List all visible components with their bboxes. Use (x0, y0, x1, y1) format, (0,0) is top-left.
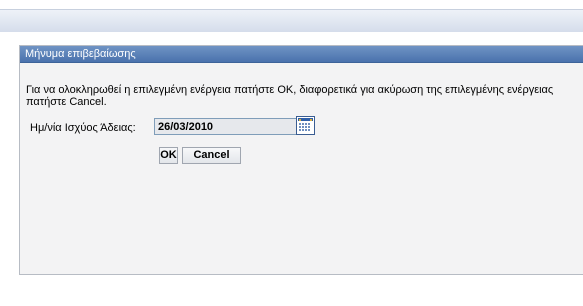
dialog-title: Μήνυμα επιβεβαίωσης (25, 48, 136, 60)
top-band (0, 10, 583, 32)
calendar-icon (297, 117, 314, 134)
confirmation-message: Για να ολοκληρωθεί η επιλεγμένη ενέργεια… (26, 84, 554, 108)
cancel-button[interactable]: Cancel (182, 147, 241, 164)
dialog-header: Μήνυμα επιβεβαίωσης (20, 46, 583, 63)
calendar-button[interactable] (296, 116, 315, 135)
confirmation-dialog: Μήνυμα επιβεβαίωσης Για να ολοκληρωθεί η… (19, 45, 583, 275)
ok-button[interactable]: OK (159, 147, 178, 164)
license-date-label: Ημ/νία Ισχύος Άδειας: (30, 122, 136, 134)
license-date-input[interactable] (154, 118, 314, 135)
page: Μήνυμα επιβεβαίωσης Για να ολοκληρωθεί η… (0, 0, 583, 306)
